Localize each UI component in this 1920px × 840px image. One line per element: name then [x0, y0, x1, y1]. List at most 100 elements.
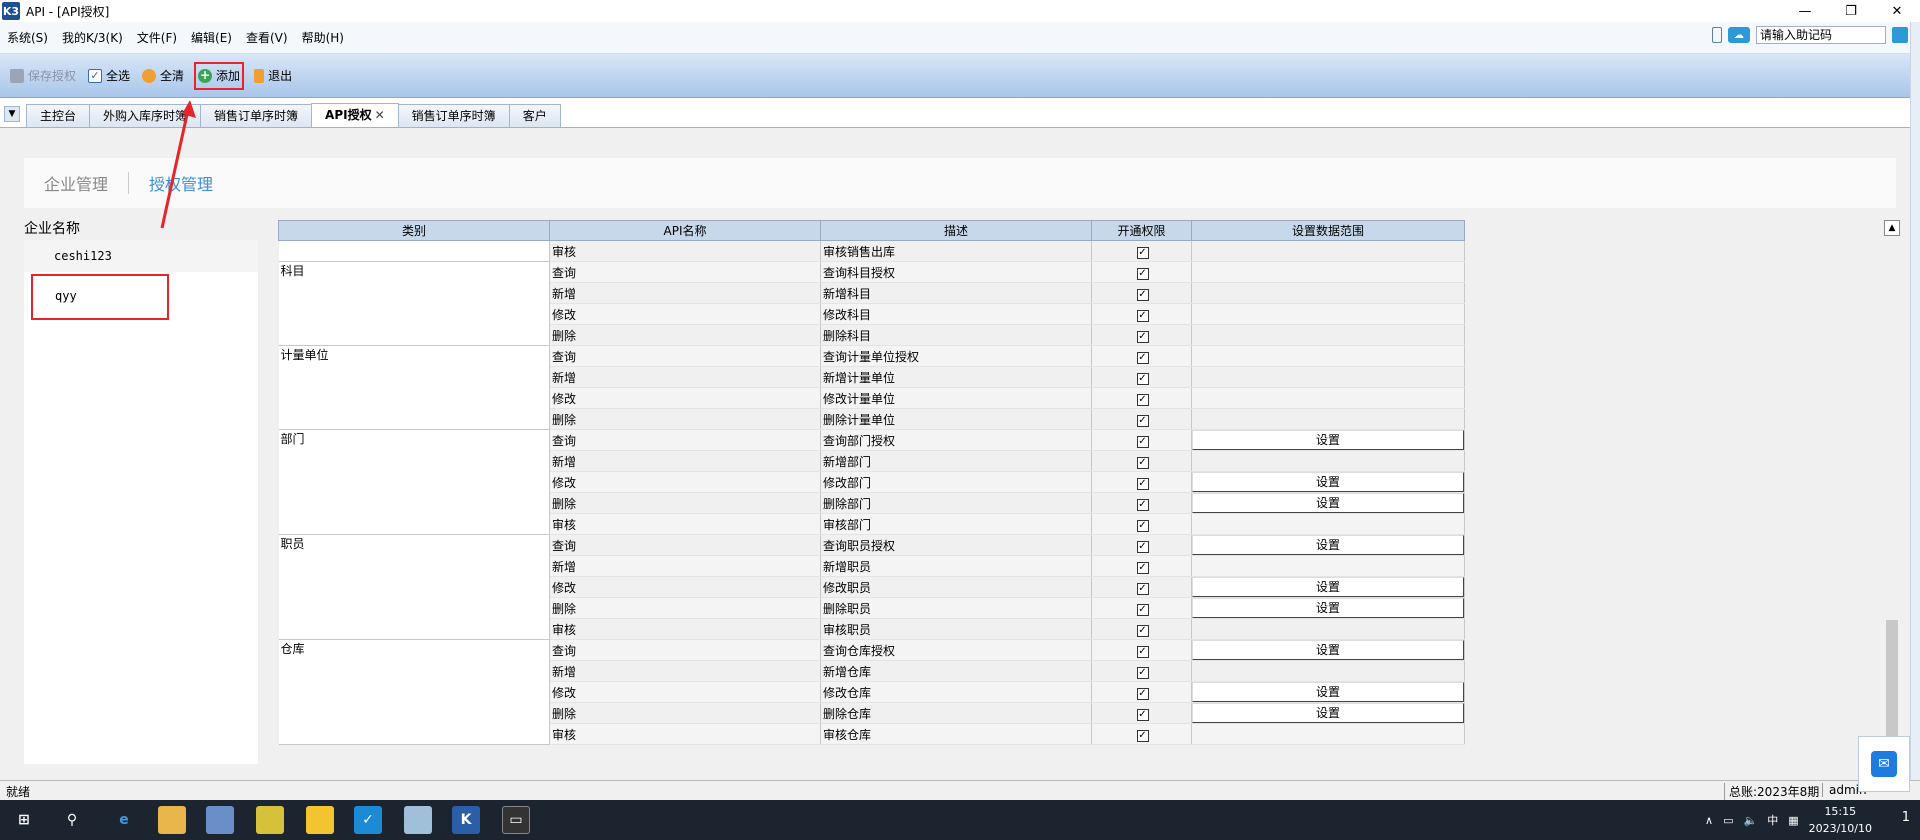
scroll-thumb[interactable]	[1886, 620, 1898, 750]
set-range-button[interactable]: 设置	[1192, 703, 1464, 723]
folder-icon[interactable]	[158, 806, 186, 834]
set-range-button[interactable]: 设置	[1192, 598, 1464, 618]
permission-checkbox[interactable]: ✓	[1136, 309, 1149, 322]
table-row[interactable]: 部门 查询 查询部门授权 ✓ 设置	[278, 429, 1465, 535]
permission-checkbox[interactable]: ✓	[1136, 582, 1149, 595]
close-window-button[interactable]: ✕	[1874, 0, 1920, 22]
vertical-scrollbar[interactable]: ▲	[1884, 220, 1900, 750]
permission-checkbox[interactable]: ✓	[1136, 414, 1149, 427]
console-icon[interactable]: ▭	[502, 806, 530, 834]
add-button[interactable]: + 添加	[194, 61, 245, 90]
permission-checkbox[interactable]: ✓	[1136, 393, 1149, 406]
clear-all-button[interactable]: 全清	[140, 62, 186, 90]
exit-button[interactable]: 退出	[252, 62, 294, 90]
set-range-button[interactable]: 设置	[1192, 472, 1464, 492]
permission-checkbox[interactable]: ✓	[1136, 267, 1149, 280]
save-button[interactable]: 保存授权	[8, 62, 78, 90]
k3-taskbar-icon[interactable]: K	[452, 806, 480, 834]
permission-checkbox[interactable]: ✓	[1136, 372, 1149, 385]
category-cell: 计量单位	[278, 345, 550, 430]
header-category[interactable]: 类别	[278, 220, 550, 241]
permission-checkbox[interactable]: ✓	[1136, 330, 1149, 343]
menu-file[interactable]: 文件(F)	[130, 29, 184, 46]
ie-icon[interactable]: e	[110, 806, 138, 834]
tab-api-auth[interactable]: API授权 ✕	[311, 103, 399, 127]
ime-indicator[interactable]: 中	[1767, 812, 1778, 828]
network-icon[interactable]: ▭	[1723, 814, 1733, 827]
permission-cell: ✓	[1091, 387, 1192, 409]
set-range-button[interactable]: 设置	[1192, 430, 1464, 450]
permission-checkbox[interactable]: ✓	[1136, 498, 1149, 511]
tab-customer[interactable]: 客户	[508, 104, 561, 127]
header-data-range[interactable]: 设置数据范围	[1191, 220, 1465, 241]
table-row[interactable]: 职员 查询 查询职员授权 ✓ 设置	[278, 534, 1465, 640]
permission-checkbox[interactable]: ✓	[1136, 477, 1149, 490]
permission-checkbox[interactable]: ✓	[1136, 561, 1149, 574]
table-row[interactable]: 仓库 查询 查询仓库授权 ✓ 设置	[278, 639, 1465, 745]
company-item-ceshi123[interactable]: ceshi123	[24, 240, 258, 272]
permission-checkbox[interactable]: ✓	[1136, 603, 1149, 616]
table-row[interactable]: 科目 查询 查询科目授权 ✓	[278, 261, 1465, 346]
cloud-icon[interactable]: ☁	[1728, 27, 1750, 43]
menu-system[interactable]: 系统(S)	[0, 29, 55, 46]
menu-help[interactable]: 帮助(H)	[295, 29, 351, 46]
set-range-button[interactable]: 设置	[1192, 682, 1464, 702]
permission-checkbox[interactable]: ✓	[1136, 645, 1149, 658]
menu-my-k3[interactable]: 我的K/3(K)	[55, 29, 130, 46]
search-go-icon[interactable]	[1892, 27, 1908, 43]
tool-app-icon[interactable]	[256, 806, 284, 834]
table-row[interactable]: 计量单位 查询 查询计量单位授权 ✓	[278, 345, 1465, 430]
editor-app-icon[interactable]	[404, 806, 432, 834]
restore-button[interactable]: ❐	[1828, 0, 1874, 22]
header-description[interactable]: 描述	[820, 220, 1092, 241]
permission-checkbox[interactable]: ✓	[1136, 708, 1149, 721]
permission-checkbox[interactable]: ✓	[1136, 519, 1149, 532]
permission-checkbox[interactable]: ✓	[1136, 624, 1149, 637]
messenger-app-icon[interactable]: ✓	[354, 806, 382, 834]
tab-purchase-inbound[interactable]: 外购入库序时簿	[89, 104, 202, 127]
close-tab-icon[interactable]: ✕	[375, 108, 385, 122]
clock[interactable]: 15:15 2023/10/10	[1809, 803, 1872, 837]
ime-grid-icon[interactable]: ▦	[1788, 814, 1798, 827]
tray-up-icon[interactable]: ∧	[1705, 814, 1713, 827]
permission-checkbox[interactable]: ✓	[1136, 687, 1149, 700]
permission-checkbox[interactable]: ✓	[1136, 288, 1149, 301]
crumb-auth-management[interactable]: 授权管理	[129, 171, 233, 195]
start-icon[interactable]: ⊞	[10, 806, 38, 834]
table-row[interactable]: 审核 审核销售出库 ✓	[278, 240, 1465, 262]
set-range-button[interactable]: 设置	[1192, 535, 1464, 555]
network-app-icon[interactable]	[206, 806, 234, 834]
set-range-button[interactable]: 设置	[1192, 493, 1464, 513]
header-permission[interactable]: 开通权限	[1091, 220, 1192, 241]
minimize-button[interactable]: —	[1782, 0, 1828, 22]
tab-sales-order-2[interactable]: 销售订单序时簿	[397, 104, 510, 127]
company-item-qyy[interactable]: qyy	[31, 274, 169, 320]
mobile-icon[interactable]	[1712, 27, 1722, 43]
help-widget[interactable]: ✉	[1858, 736, 1910, 792]
permission-checkbox[interactable]: ✓	[1136, 729, 1149, 742]
search-taskbar-icon[interactable]: ⚲	[58, 806, 86, 834]
permission-checkbox[interactable]: ✓	[1136, 540, 1149, 553]
notes-app-icon[interactable]	[306, 806, 334, 834]
permission-checkbox[interactable]: ✓	[1136, 351, 1149, 364]
set-range-button[interactable]: 设置	[1192, 577, 1464, 597]
notification-icon[interactable]: 1	[1902, 810, 1910, 825]
set-range-button[interactable]: 设置	[1192, 640, 1464, 660]
permission-checkbox[interactable]: ✓	[1136, 246, 1149, 259]
crumb-company-management[interactable]: 企业管理	[24, 171, 128, 195]
tab-sales-order[interactable]: 销售订单序时簿	[200, 104, 313, 127]
select-all-button[interactable]: ✓ 全选	[86, 62, 132, 90]
scroll-up-icon[interactable]: ▲	[1884, 220, 1900, 236]
permission-checkbox[interactable]: ✓	[1136, 666, 1149, 679]
header-api-name[interactable]: API名称	[549, 220, 821, 241]
volume-icon[interactable]: 🔈	[1743, 814, 1757, 827]
permission-checkbox[interactable]: ✓	[1136, 456, 1149, 469]
tab-console[interactable]: 主控台	[26, 104, 91, 127]
menu-edit[interactable]: 编辑(E)	[184, 29, 239, 46]
description-cell: 新增计量单位	[820, 366, 1092, 388]
permission-checkbox[interactable]: ✓	[1136, 435, 1149, 448]
search-input[interactable]: 请输入助记码	[1756, 26, 1886, 44]
menu-view[interactable]: 查看(V)	[239, 29, 295, 46]
tab-dropdown-icon[interactable]: ▼	[4, 106, 20, 122]
data-range-cell: 设置	[1191, 597, 1465, 619]
